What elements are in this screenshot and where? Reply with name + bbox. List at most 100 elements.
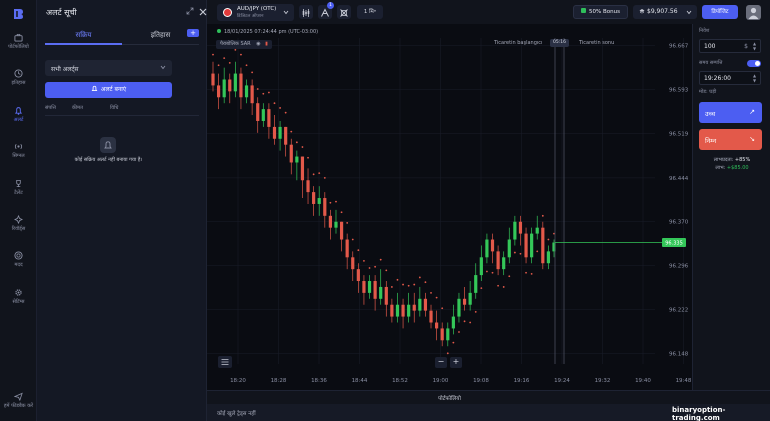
sar-dot (519, 252, 522, 255)
sar-dot (525, 271, 527, 274)
account-balance[interactable]: $9,907.56 (633, 5, 697, 19)
sar-dot (301, 146, 304, 148)
timeframe-button[interactable]: 1 मि॰ (357, 5, 383, 19)
chevron-down-icon (283, 10, 289, 15)
candle-body (339, 221, 344, 240)
nav-alerts[interactable]: अलर्ट (0, 106, 37, 123)
balance-value: $9,907.56 (647, 8, 678, 15)
candle-body (462, 298, 467, 305)
amount-stepper[interactable]: ▲ ▼ (751, 41, 758, 51)
amount-input[interactable]: 100 $ ▲ ▼ (699, 39, 761, 53)
trade-time-label: 05:16 (550, 39, 569, 47)
brand-logo[interactable] (11, 7, 25, 21)
portfolio-title[interactable]: पोर्टफोलियो (207, 394, 692, 402)
nav-label: सेटिंग्स (12, 299, 25, 305)
nav-label: इतिहास (11, 80, 26, 86)
nav-portfolio[interactable]: पोर्टफोलियो (0, 33, 37, 50)
x-tick-label: 18:36 (311, 378, 327, 384)
y-tick-label: 96.667 (669, 44, 689, 50)
sar-dot (446, 352, 449, 355)
current-price-label: 96.335 (665, 240, 683, 246)
chart-canvas: 18:20 18:28 18:36 18:44 18:52 19:00 19:08 19:16… (207, 38, 692, 384)
candle-body (530, 233, 534, 258)
sar-dot (245, 64, 248, 67)
sar-dot (441, 307, 444, 310)
trophy-icon (16, 179, 21, 188)
x-tick-label: 19:40 (635, 378, 651, 384)
nav-label: टैलेंट (14, 190, 23, 196)
amount-label: निवेश (699, 28, 710, 34)
portfolio-empty-text: कोई खुले ट्रेड्स नहीं (217, 411, 256, 417)
nav-settings[interactable]: सेटिंग्स (0, 288, 37, 305)
chart-type-button[interactable] (299, 5, 313, 19)
x-tick-label: 19:16 (514, 378, 530, 384)
up-button[interactable]: उच्च ↗ (699, 102, 762, 123)
eye-icon[interactable]: ◉ (256, 41, 260, 47)
candle-body (496, 251, 500, 270)
time-mode-toggle[interactable] (747, 60, 761, 67)
col-asset: संपत्ति (45, 105, 56, 111)
candle-body (423, 298, 428, 311)
sar-dot (351, 238, 354, 241)
indicator-name: पैराबोलिक SAR (220, 41, 251, 47)
chevron-down-icon (686, 10, 692, 15)
sar-dot (413, 283, 416, 286)
chart-settings-button[interactable] (218, 356, 232, 368)
sliders-icon (221, 359, 229, 365)
zoom-out-button[interactable]: − (435, 357, 447, 368)
alert-filter-select[interactable]: सभी अलर्ट्स (45, 60, 172, 76)
down-label: निम्न (705, 137, 717, 145)
nav-signals[interactable]: सिग्नल (0, 142, 37, 159)
down-button[interactable]: निम्न ↘ (699, 129, 762, 150)
feedback-link[interactable]: हमें फीडबैक करें (0, 392, 37, 409)
deposit-button[interactable]: डिपॉजिट (702, 5, 738, 19)
time-input[interactable]: 19:26:00 ▲ ▼ (699, 71, 761, 85)
sar-dot (513, 251, 516, 254)
bonus-badge[interactable]: 50% Bonus (573, 5, 628, 19)
sar-dot (390, 286, 393, 288)
col-method: विधि (110, 105, 119, 111)
price-chart[interactable]: 18:20 18:28 18:36 18:44 18:52 19:00 19:08 19:16… (207, 24, 692, 390)
nav-history[interactable]: इतिहास (0, 69, 37, 86)
add-chart-button[interactable]: + (187, 29, 199, 37)
sar-dot (458, 331, 460, 333)
time-value: 19:26:00 (704, 75, 731, 82)
candle-body (479, 257, 483, 276)
alert-panel: अलर्ट सूची सक्रिय इतिहास सभी अलर्ट्स अलर… (37, 0, 207, 421)
sar-dot (491, 271, 494, 274)
create-alert-button[interactable]: अलर्ट बनाएं (45, 82, 172, 98)
nav-tournaments[interactable]: टैलेंट (0, 179, 37, 196)
tab-indicator (45, 43, 122, 45)
avatar[interactable] (746, 5, 761, 20)
nav-help[interactable]: मदद (0, 251, 37, 268)
candle-body (317, 198, 321, 204)
trade-start-label: Ticaretin başlangıcı (494, 40, 543, 46)
candle-body (312, 192, 316, 204)
tab-active[interactable]: सक्रिय (45, 31, 122, 40)
zoom-in-button[interactable]: + (450, 357, 462, 368)
sar-dot (547, 238, 550, 241)
candle-body (412, 304, 416, 311)
sar-dot (541, 214, 544, 217)
nav-label: मदद (14, 262, 23, 268)
candle-body (513, 221, 517, 240)
trash-icon[interactable]: ▮ (265, 41, 268, 47)
candle-body (395, 304, 400, 317)
candle-body (216, 85, 221, 98)
flag-icon (223, 8, 232, 17)
collapse-panel-icon[interactable] (186, 7, 194, 15)
profit-label: लाभ: (715, 165, 726, 171)
candle-body (267, 109, 271, 127)
time-stepper[interactable]: ▲ ▼ (751, 73, 758, 83)
create-alert-label: अलर्ट बनाएं (100, 86, 127, 93)
drawing-tools-button[interactable] (337, 5, 351, 19)
candle-body (328, 215, 332, 228)
candle-body (379, 286, 383, 299)
asset-selector[interactable]: AUD/JPY (OTC) डिजिटल ऑप्शन (217, 4, 294, 21)
sar-dot (402, 283, 404, 286)
live-dot (217, 29, 221, 33)
candle-body (502, 257, 506, 270)
indicator-tag[interactable]: पैराबोलिक SAR ◉ ▮ (216, 40, 272, 49)
sar-dot (251, 71, 254, 74)
nav-rewards[interactable]: रिवॉर्ड्स (0, 215, 37, 232)
